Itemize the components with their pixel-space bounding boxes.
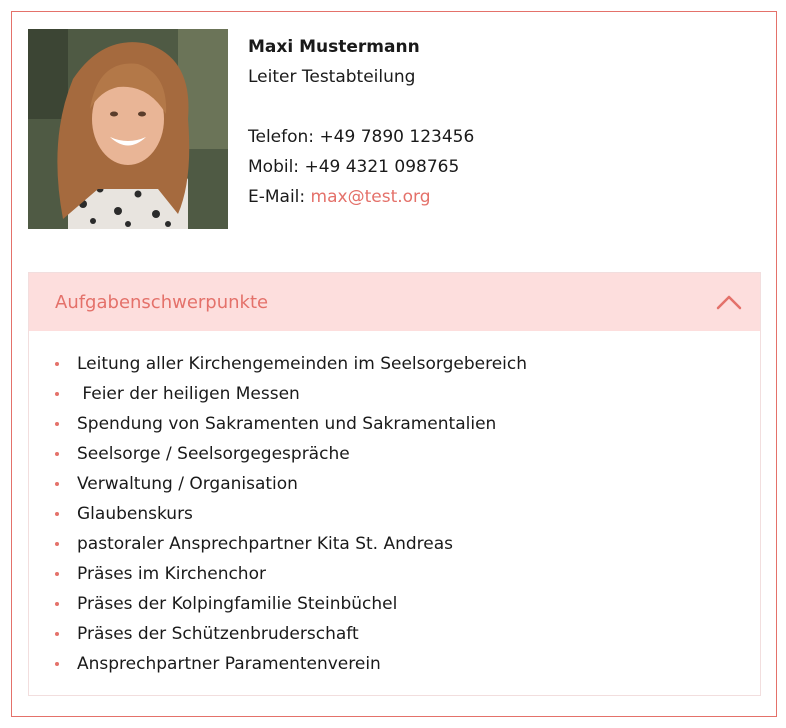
- mobile-number: +49 4321 098765: [304, 157, 460, 177]
- bullet-icon: [55, 422, 59, 426]
- accordion-body: Leitung aller Kirchengemeinden im Seelso…: [29, 331, 760, 679]
- list-item-text: Feier der heiligen Messen: [77, 384, 300, 404]
- phone-number: +49 7890 123456: [319, 127, 475, 147]
- bullet-icon: [55, 392, 59, 396]
- list-item: Seelsorge / Seelsorgegespräche: [55, 439, 760, 469]
- contact-info: Maxi Mustermann Leiter Testabteilung Tel…: [248, 32, 474, 212]
- list-item-text: Präses im Kirchenchor: [77, 564, 266, 584]
- list-item-text: Verwaltung / Organisation: [77, 474, 298, 494]
- mobile-label: Mobil:: [248, 157, 300, 177]
- email-label: E-Mail:: [248, 187, 306, 207]
- profile-photo-image: [28, 29, 228, 229]
- mobile-line: Mobil: +49 4321 098765: [248, 152, 474, 182]
- email-line: E-Mail: max@test.org: [248, 182, 474, 212]
- contact-role: Leiter Testabteilung: [248, 67, 416, 87]
- bullet-icon: [55, 362, 59, 366]
- phone-label: Telefon:: [248, 127, 315, 147]
- bullet-icon: [55, 512, 59, 516]
- contact-card: Maxi Mustermann Leiter Testabteilung Tel…: [11, 11, 777, 717]
- accordion-header[interactable]: Aufgabenschwerpunkte: [29, 273, 760, 331]
- list-item: Verwaltung / Organisation: [55, 469, 760, 499]
- list-item: pastoraler Ansprechpartner Kita St. Andr…: [55, 529, 760, 559]
- profile-photo: [28, 29, 228, 229]
- list-item: Leitung aller Kirchengemeinden im Seelso…: [55, 349, 760, 379]
- bullet-icon: [55, 602, 59, 606]
- list-item-text: pastoraler Ansprechpartner Kita St. Andr…: [77, 534, 454, 554]
- list-item: Glaubenskurs: [55, 499, 760, 529]
- list-item: Spendung von Sakramenten und Sakramental…: [55, 409, 760, 439]
- list-item: Präses im Kirchenchor: [55, 559, 760, 589]
- list-item-text: Glaubenskurs: [77, 504, 193, 524]
- bullet-icon: [55, 632, 59, 636]
- task-list: Leitung aller Kirchengemeinden im Seelso…: [55, 349, 760, 679]
- list-item: Ansprechpartner Paramentenverein: [55, 649, 760, 679]
- phone-line: Telefon: +49 7890 123456: [248, 122, 474, 152]
- list-item-text: Präses der Schützenbruderschaft: [77, 624, 359, 644]
- contact-name: Maxi Mustermann: [248, 37, 420, 57]
- email-link[interactable]: max@test.org: [311, 187, 431, 207]
- list-item: Präses der Schützenbruderschaft: [55, 619, 760, 649]
- bullet-icon: [55, 572, 59, 576]
- list-item: Feier der heiligen Messen: [55, 379, 760, 409]
- bullet-icon: [55, 542, 59, 546]
- accordion-title: Aufgabenschwerpunkte: [55, 291, 269, 313]
- list-item-text: Spendung von Sakramenten und Sakramental…: [77, 414, 497, 434]
- list-item-text: Präses der Kolpingfamilie Steinbüchel: [77, 594, 398, 614]
- list-item-text: Ansprechpartner Paramentenverein: [77, 654, 381, 674]
- list-item: Präses der Kolpingfamilie Steinbüchel: [55, 589, 760, 619]
- bullet-icon: [55, 452, 59, 456]
- list-item-text: Seelsorge / Seelsorgegespräche: [77, 444, 350, 464]
- accordion-aufgabenschwerpunkte: Aufgabenschwerpunkte Leitung aller Kirch…: [28, 272, 761, 696]
- bullet-icon: [55, 662, 59, 666]
- list-item-text: Leitung aller Kirchengemeinden im Seelso…: [77, 354, 528, 374]
- chevron-up-icon[interactable]: [716, 294, 742, 310]
- bullet-icon: [55, 482, 59, 486]
